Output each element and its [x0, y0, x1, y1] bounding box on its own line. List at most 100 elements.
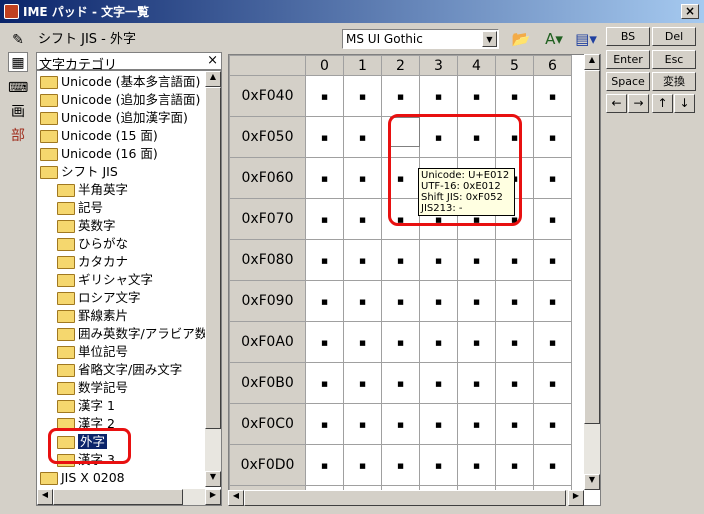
char-cell[interactable]: ■ [495, 321, 534, 363]
char-cell[interactable]: ■ [305, 403, 344, 445]
char-cell[interactable]: ■ [305, 239, 344, 281]
scroll-down-icon[interactable]: ▼ [205, 471, 221, 487]
tree-item[interactable]: JIS X 0208 [40, 469, 125, 487]
char-cell[interactable]: ■ [305, 444, 344, 486]
char-cell[interactable]: ■ [419, 239, 458, 281]
char-cell[interactable]: ■ [457, 362, 496, 404]
char-cell[interactable]: ■ [343, 362, 382, 404]
tree-item[interactable]: Unicode (追加漢字面) [40, 109, 188, 127]
radical-icon[interactable]: 部 [8, 126, 28, 146]
char-cell[interactable]: ■ [457, 75, 496, 117]
tree-item[interactable]: 記号 [57, 199, 103, 217]
char-cell[interactable]: ■ [381, 280, 420, 322]
tree-item[interactable]: シフト JIS [40, 163, 118, 181]
char-cell[interactable]: ■ [419, 403, 458, 445]
category-close-icon[interactable]: × [207, 53, 218, 68]
char-cell[interactable]: ■ [305, 198, 344, 240]
scroll-thumb[interactable] [244, 490, 566, 506]
scroll-thumb[interactable] [205, 87, 221, 429]
char-list-icon[interactable]: ▦ [8, 52, 28, 72]
char-cell[interactable]: ■ [343, 198, 382, 240]
char-cell[interactable]: ■ [305, 157, 344, 199]
char-cell[interactable]: ■ [305, 75, 344, 117]
tree-item[interactable]: カタカナ [57, 253, 128, 271]
arrow-left-button[interactable]: ← [606, 94, 627, 113]
char-cell[interactable]: ■ [343, 321, 382, 363]
font-select[interactable]: MS UI Gothic ▼ [342, 29, 499, 49]
scroll-thumb[interactable] [53, 489, 183, 505]
tree-item[interactable]: ひらがな [57, 235, 128, 253]
grid-vertical-scrollbar[interactable]: ▲ ▼ [584, 54, 600, 490]
chevron-down-icon[interactable]: ▼ [482, 31, 497, 47]
scroll-right-icon[interactable]: ▶ [568, 490, 584, 506]
char-cell[interactable]: ■ [305, 280, 344, 322]
char-cell[interactable]: ■ [419, 75, 458, 117]
tree-item[interactable]: 省略文字/囲み文字 [57, 361, 182, 379]
char-cell[interactable]: ■ [457, 403, 496, 445]
backspace-button[interactable]: BS [606, 27, 650, 46]
tree-item[interactable]: 数学記号 [57, 379, 128, 397]
tree-item[interactable]: 囲み英数字/アラビア数字 [57, 325, 220, 343]
tree-item[interactable]: ロシア文字 [57, 289, 141, 307]
char-cell[interactable]: ■ [495, 444, 534, 486]
tree-item[interactable]: Unicode (追加多言語面) [40, 91, 200, 109]
scroll-up-icon[interactable]: ▲ [584, 54, 600, 70]
arrow-right-button[interactable]: → [628, 94, 649, 113]
char-cell[interactable]: ■ [305, 362, 344, 404]
char-cell[interactable]: ■ [533, 444, 572, 486]
char-cell[interactable]: ■ [533, 362, 572, 404]
enter-button[interactable]: Enter [606, 50, 650, 69]
char-cell[interactable]: ■ [343, 444, 382, 486]
folder-open-icon[interactable]: 📂 [508, 28, 534, 50]
char-cell[interactable]: ■ [495, 239, 534, 281]
close-button[interactable]: × [681, 4, 699, 19]
char-cell[interactable]: ■ [419, 280, 458, 322]
char-cell[interactable]: ■ [381, 321, 420, 363]
tree-vertical-scrollbar[interactable]: ▲ ▼ [205, 71, 221, 487]
char-cell[interactable]: ■ [305, 321, 344, 363]
char-cell[interactable]: ■ [381, 444, 420, 486]
font-style-icon[interactable]: A▾ [540, 28, 568, 50]
char-cell[interactable]: ■ [495, 75, 534, 117]
char-cell[interactable]: ■ [419, 321, 458, 363]
tree-item[interactable]: 半角英字 [57, 181, 128, 199]
char-cell[interactable]: ■ [533, 321, 572, 363]
char-cell[interactable]: ■ [419, 362, 458, 404]
tree-item[interactable]: Unicode (16 面) [40, 145, 158, 163]
char-cell[interactable]: ■ [381, 362, 420, 404]
scroll-left-icon[interactable]: ◀ [37, 489, 53, 505]
view-options-icon[interactable]: ▤▾ [572, 28, 600, 50]
arrow-down-button[interactable]: ↓ [674, 94, 695, 113]
tree-item[interactable]: Unicode (15 面) [40, 127, 158, 145]
delete-button[interactable]: Del [652, 27, 696, 46]
tree-item[interactable]: 単位記号 [57, 343, 128, 361]
char-cell[interactable]: ■ [381, 239, 420, 281]
handwriting-icon[interactable]: ✎ [8, 30, 28, 50]
char-cell[interactable]: ■ [533, 239, 572, 281]
grid-horizontal-scrollbar[interactable]: ◀ ▶ [228, 490, 584, 506]
char-cell[interactable]: ■ [343, 157, 382, 199]
char-cell[interactable]: ■ [457, 444, 496, 486]
char-cell[interactable]: ■ [533, 198, 572, 240]
char-cell[interactable]: ■ [343, 403, 382, 445]
stroke-count-icon[interactable]: 画 [8, 102, 28, 122]
char-cell[interactable]: ■ [533, 403, 572, 445]
char-cell[interactable]: ■ [343, 75, 382, 117]
tree-item[interactable]: ギリシャ文字 [57, 271, 153, 289]
scroll-right-icon[interactable]: ▶ [205, 489, 221, 505]
soft-keyboard-icon[interactable]: ⌨ [8, 78, 28, 98]
char-cell[interactable]: ■ [381, 75, 420, 117]
tree-item[interactable]: 罫線素片 [57, 307, 128, 325]
scroll-down-icon[interactable]: ▼ [584, 474, 600, 490]
char-cell[interactable]: ■ [533, 157, 572, 199]
scroll-thumb[interactable] [584, 70, 600, 424]
char-cell[interactable]: ■ [533, 116, 572, 158]
char-cell[interactable]: ■ [381, 403, 420, 445]
char-cell[interactable]: ■ [495, 280, 534, 322]
convert-button[interactable]: 変換 [652, 72, 696, 91]
tree-item[interactable]: 漢字 1 [57, 397, 115, 415]
char-cell[interactable]: ■ [419, 444, 458, 486]
char-cell[interactable]: ■ [457, 321, 496, 363]
arrow-up-button[interactable]: ↑ [652, 94, 673, 113]
tree-item[interactable]: 英数字 [57, 217, 116, 235]
